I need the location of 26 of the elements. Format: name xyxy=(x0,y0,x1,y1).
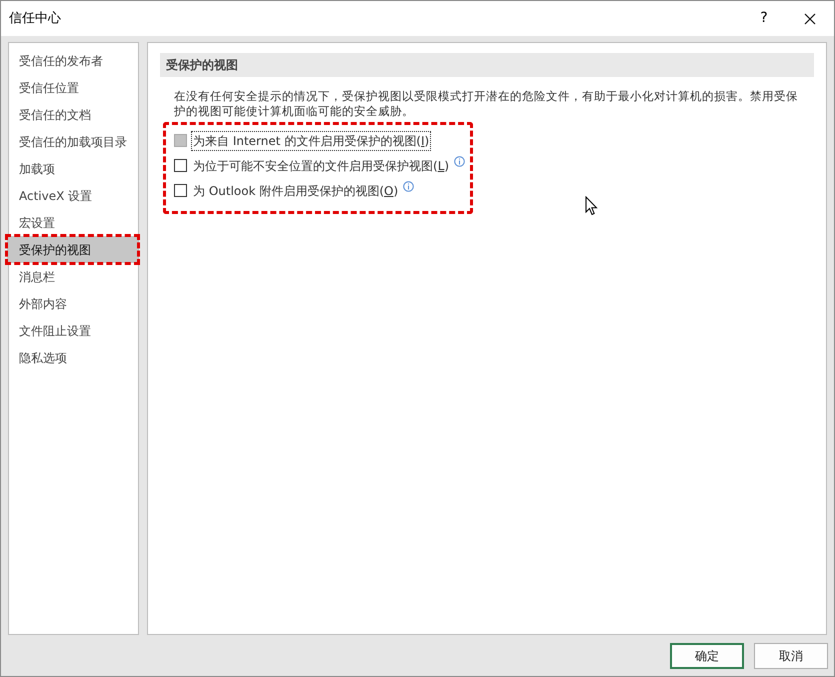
info-icon[interactable] xyxy=(454,156,466,167)
sidebar-item[interactable]: 受信任的文档 xyxy=(9,101,138,128)
sidebar-item[interactable]: 受信任的发布者 xyxy=(9,47,138,74)
info-icon[interactable] xyxy=(403,181,414,192)
sidebar-item[interactable]: 受信任的加载项目录 xyxy=(9,128,138,155)
sidebar-item[interactable]: 文件阻止设置 xyxy=(9,317,138,344)
description: 在没有任何安全提示的情况下，受保护视图以受限模式打开潜在的危险文件，有助于最小化对计算机的损害。禁用受保护的视图可能使计算机面临可能的安全威胁。 xyxy=(173,89,799,119)
checkbox[interactable] xyxy=(174,159,187,172)
mouse-cursor-icon xyxy=(585,196,598,216)
checkbox-label[interactable]: 为位于可能不安全位置的文件启用受保护视图(L) xyxy=(192,156,450,174)
checkbox[interactable] xyxy=(174,184,187,197)
checkbox-label[interactable]: 为 Outlook 附件启用受保护的视图(O) xyxy=(192,182,400,200)
sidebar-item[interactable]: 隐私选项 xyxy=(9,344,138,371)
sidebar-item[interactable]: 加载项 xyxy=(9,155,138,182)
help-button[interactable]: ? xyxy=(742,4,786,34)
sidebar-item[interactable]: 受信任位置 xyxy=(9,74,138,101)
sidebar-item[interactable]: ActiveX 设置 xyxy=(9,182,138,209)
sidebar-item[interactable]: 受保护的视图 xyxy=(7,236,138,263)
dialog-button[interactable]: 取消 xyxy=(754,642,828,668)
window-title: 信任中心 xyxy=(9,10,61,28)
sidebar-item[interactable]: 宏设置 xyxy=(9,209,138,236)
sidebar-item[interactable]: 外部内容 xyxy=(9,290,138,317)
close-icon xyxy=(804,12,816,24)
sidebar-item[interactable]: 消息栏 xyxy=(9,263,138,290)
dialog-button[interactable]: 确定 xyxy=(670,642,744,668)
section-header: 受保护的视图 xyxy=(160,53,814,77)
